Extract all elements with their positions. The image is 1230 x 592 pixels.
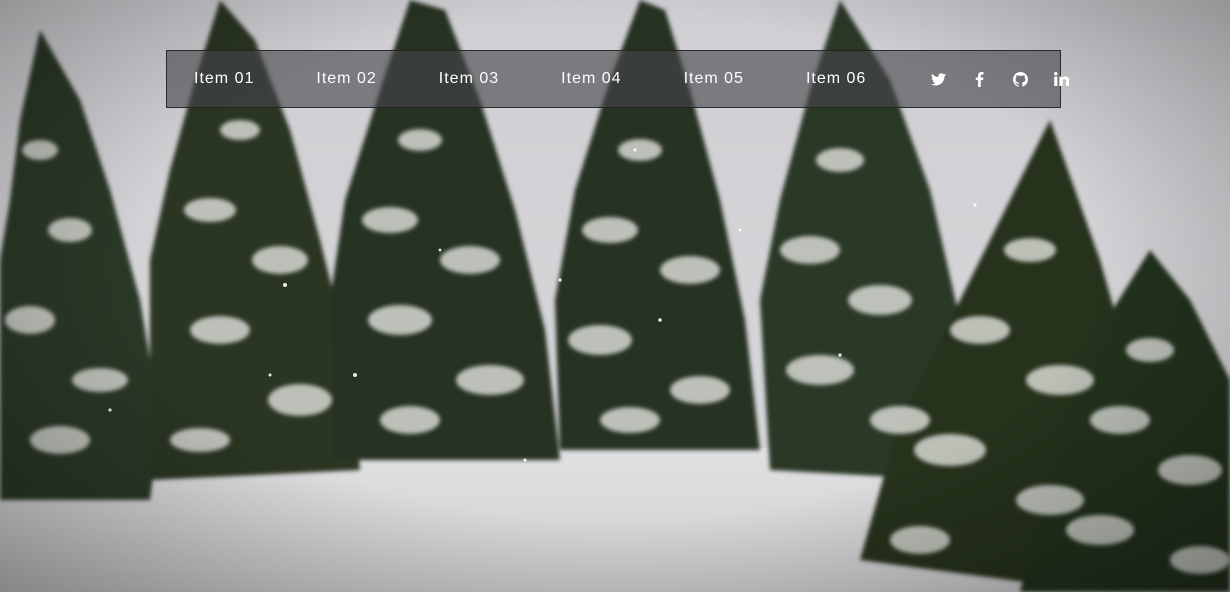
- github-icon: [1013, 71, 1029, 87]
- nav-item-04[interactable]: Item 04: [561, 70, 683, 88]
- linkedin-icon: [1054, 72, 1070, 86]
- nav-item-06[interactable]: Item 06: [806, 70, 928, 88]
- facebook-icon: [976, 71, 984, 87]
- twitter-link[interactable]: [918, 51, 959, 107]
- nav-item-05[interactable]: Item 05: [684, 70, 806, 88]
- nav-item-01[interactable]: Item 01: [194, 70, 316, 88]
- nav-item-02[interactable]: Item 02: [316, 70, 438, 88]
- twitter-icon: [931, 72, 947, 85]
- hero-background: Item 01 Item 02 Item 03 Item 04 Item 05 …: [0, 0, 1230, 592]
- social-links: [918, 51, 1082, 107]
- facebook-link[interactable]: [959, 51, 1000, 107]
- nav-menu: Item 01 Item 02 Item 03 Item 04 Item 05 …: [167, 51, 928, 107]
- linkedin-link[interactable]: [1041, 51, 1082, 107]
- top-navigation-bar: Item 01 Item 02 Item 03 Item 04 Item 05 …: [166, 50, 1070, 108]
- github-link[interactable]: [1000, 51, 1041, 107]
- nav-item-03[interactable]: Item 03: [439, 70, 561, 88]
